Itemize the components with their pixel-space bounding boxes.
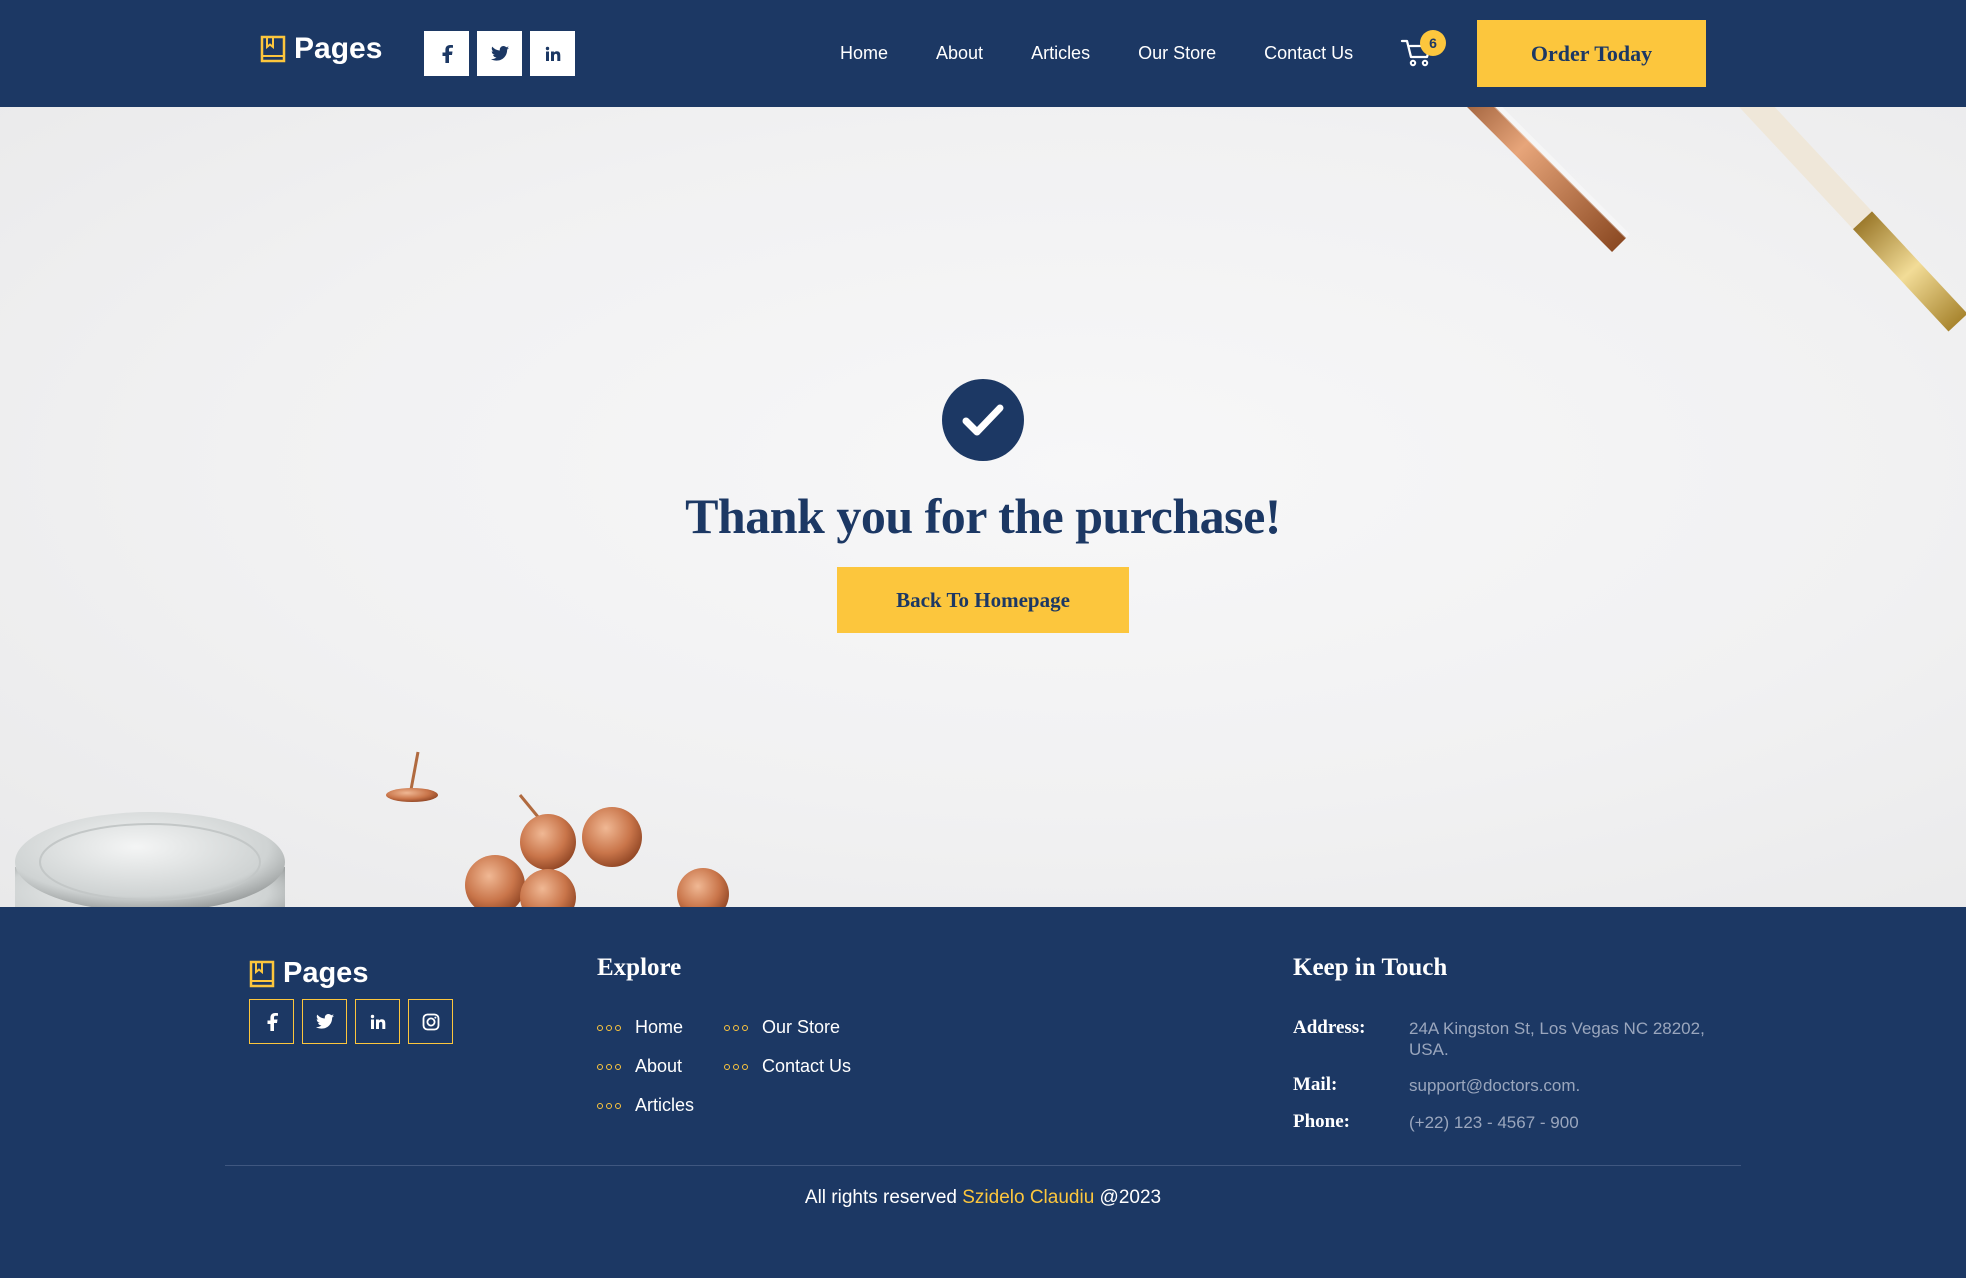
copyright-suffix: @2023 — [1094, 1187, 1162, 1208]
footer-link-label: Contact Us — [762, 1056, 852, 1076]
footer-link-label: About — [635, 1056, 683, 1076]
phone-value[interactable]: (+22) 123 - 4567 - 900 — [1409, 1112, 1729, 1133]
footer-link-label: Home — [635, 1017, 684, 1037]
logo-text: Pages — [294, 32, 383, 65]
footer-link-label: Articles — [635, 1095, 695, 1115]
logo[interactable]: Pages — [260, 32, 382, 66]
footer-logo-text: Pages — [283, 957, 369, 989]
bullet-dots-icon — [724, 1063, 748, 1070]
nav-about[interactable]: About — [936, 43, 983, 64]
copyright: All rights reserved Szidelo Claudiu @202… — [0, 1187, 1966, 1209]
nav-our-store[interactable]: Our Store — [1138, 43, 1216, 64]
keep-in-touch-heading: Keep in Touch — [1293, 954, 1448, 981]
facebook-icon[interactable] — [424, 31, 469, 76]
linkedin-icon[interactable] — [530, 31, 575, 76]
footer-link-about[interactable]: About — [597, 1056, 682, 1077]
bullet-dots-icon — [597, 1102, 621, 1109]
footer-divider — [225, 1165, 1741, 1166]
instagram-icon[interactable] — [408, 999, 453, 1044]
address-label: Address: — [1293, 1017, 1366, 1038]
twitter-icon[interactable] — [302, 999, 347, 1044]
nav-contact-us[interactable]: Contact Us — [1264, 43, 1353, 64]
address-value: 24A Kingston St, Los Vegas NC 28202, USA… — [1409, 1019, 1705, 1059]
book-icon — [260, 35, 286, 63]
twitter-icon[interactable] — [477, 31, 522, 76]
site-footer: Pages Explore Home About Articles Our St… — [0, 907, 1966, 1278]
hero-section: Thank you for the purchase! Back To Home… — [0, 107, 1966, 907]
footer-link-our-store[interactable]: Our Store — [724, 1017, 840, 1038]
mail-label: Mail: — [1293, 1074, 1338, 1095]
footer-link-contact-us[interactable]: Contact Us — [724, 1056, 851, 1077]
bullet-dots-icon — [597, 1024, 621, 1031]
facebook-icon[interactable] — [249, 999, 294, 1044]
header-social — [424, 31, 575, 76]
book-icon — [249, 960, 275, 987]
bullet-dots-icon — [597, 1063, 621, 1070]
nav-articles[interactable]: Articles — [1031, 43, 1090, 64]
site-header: Pages Home About Articles Our Store Cont… — [0, 0, 1966, 107]
success-check-icon — [942, 379, 1024, 461]
bullet-dots-icon — [724, 1024, 748, 1031]
nav-home[interactable]: Home — [840, 43, 888, 64]
page-title: Thank you for the purchase! — [685, 488, 1281, 544]
linkedin-icon[interactable] — [355, 999, 400, 1044]
phone-label: Phone: — [1293, 1111, 1350, 1132]
order-today-button[interactable]: Order Today — [1477, 20, 1706, 87]
footer-link-home[interactable]: Home — [597, 1017, 683, 1038]
cart-count-badge: 6 — [1420, 30, 1446, 56]
footer-link-label: Our Store — [762, 1017, 841, 1037]
footer-social — [249, 999, 453, 1044]
mail-value[interactable]: support@doctors.com. — [1409, 1075, 1729, 1096]
copyright-author-link[interactable]: Szidelo Claudiu — [962, 1187, 1094, 1208]
back-to-homepage-button[interactable]: Back To Homepage — [837, 567, 1129, 633]
footer-link-articles[interactable]: Articles — [597, 1095, 694, 1116]
main-nav: Home About Articles Our Store Contact Us — [840, 43, 1353, 64]
copyright-prefix: All rights reserved — [804, 1187, 963, 1208]
footer-logo[interactable]: Pages — [249, 957, 368, 990]
explore-heading: Explore — [597, 954, 682, 981]
